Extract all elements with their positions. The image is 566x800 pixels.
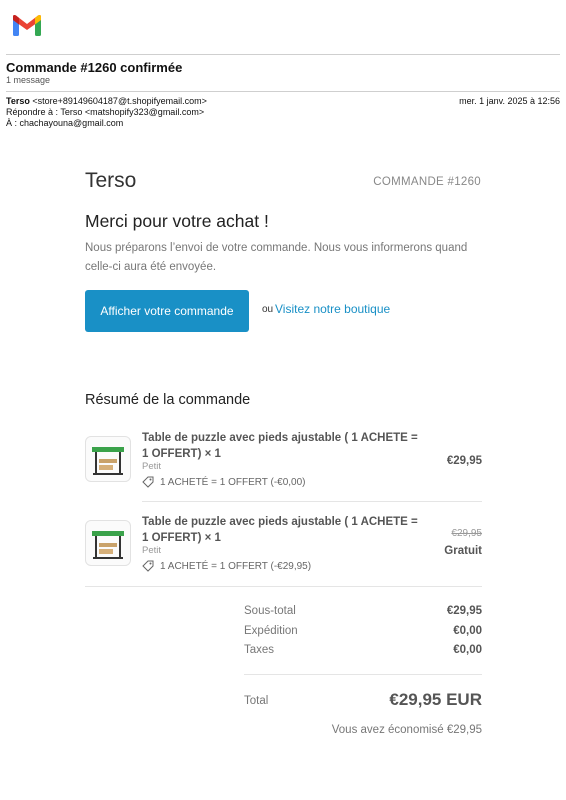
thank-you-heading: Merci pour votre achat ! bbox=[85, 211, 269, 231]
header-divider bbox=[6, 54, 560, 55]
sender-email: <store+89149604187@t.shopifyemail.com> bbox=[32, 96, 207, 106]
shop-name: Terso bbox=[85, 169, 137, 192]
item-original-price: €29,95 bbox=[451, 528, 482, 539]
email-subject: Commande #1260 confirmée bbox=[6, 60, 183, 75]
taxes-label: Taxes bbox=[244, 644, 275, 656]
sender-meta: Terso <store+89149604187@t.shopifyemail.… bbox=[6, 96, 207, 129]
item-variant: Petit bbox=[142, 545, 162, 556]
order-item: Table de puzzle avec pieds ajustable ( 1… bbox=[85, 430, 482, 490]
intro-text: Nous préparons l’envoi de votre commande… bbox=[85, 242, 468, 273]
item-variant: Petit bbox=[142, 461, 162, 472]
items-end-divider bbox=[85, 586, 482, 587]
taxes-value: €0,00 bbox=[453, 644, 482, 656]
order-number: COMMANDE #1260 bbox=[373, 176, 481, 188]
message-count: 1 message bbox=[6, 75, 51, 85]
total-label: Total bbox=[244, 695, 269, 707]
subtotal-label: Sous-total bbox=[244, 605, 296, 617]
reply-to: Répondre à : Terso <matshopify323@gmail.… bbox=[6, 107, 205, 117]
meta-divider bbox=[6, 91, 560, 92]
recipient: À : chachayouna@gmail.com bbox=[6, 118, 124, 128]
item-discount: 1 ACHETÉ = 1 OFFERT (-€29,95) bbox=[142, 560, 311, 572]
order-summary-title: Résumé de la commande bbox=[85, 392, 251, 408]
shipping-label: Expédition bbox=[244, 625, 298, 637]
discount-tag-icon bbox=[142, 560, 154, 572]
totals-divider bbox=[244, 674, 482, 675]
or-text: ou bbox=[262, 304, 274, 315]
item-name: Table de puzzle avec pieds ajustable ( 1… bbox=[142, 516, 418, 544]
item-discount: 1 ACHETÉ = 1 OFFERT (-€0,00) bbox=[142, 476, 306, 488]
subtotal-value: €29,95 bbox=[446, 605, 482, 617]
shipping-value: €0,00 bbox=[453, 625, 482, 637]
email-date: mer. 1 janv. 2025 à 12:56 bbox=[459, 96, 560, 106]
item-price: €29,95 bbox=[446, 455, 482, 467]
product-thumbnail bbox=[85, 520, 131, 566]
visit-shop-link[interactable]: Visitez notre boutique bbox=[275, 302, 390, 316]
item-discount-text: 1 ACHETÉ = 1 OFFERT (-€29,95) bbox=[160, 560, 312, 572]
item-discount-text: 1 ACHETÉ = 1 OFFERT (-€0,00) bbox=[160, 476, 306, 488]
total-value: €29,95 EUR bbox=[389, 690, 482, 709]
sender-name: Terso bbox=[6, 96, 30, 106]
gmail-logo-icon bbox=[13, 15, 41, 36]
item-name: Table de puzzle avec pieds ajustable ( 1… bbox=[142, 432, 418, 460]
item-divider bbox=[142, 501, 482, 502]
item-price: Gratuit bbox=[444, 545, 482, 557]
order-item: Table de puzzle avec pieds ajustable ( 1… bbox=[85, 514, 482, 574]
savings-text: Vous avez économisé €29,95 bbox=[331, 724, 482, 736]
product-thumbnail bbox=[85, 436, 131, 482]
view-order-button[interactable]: Afficher votre commande bbox=[85, 290, 249, 332]
discount-tag-icon bbox=[142, 476, 154, 488]
